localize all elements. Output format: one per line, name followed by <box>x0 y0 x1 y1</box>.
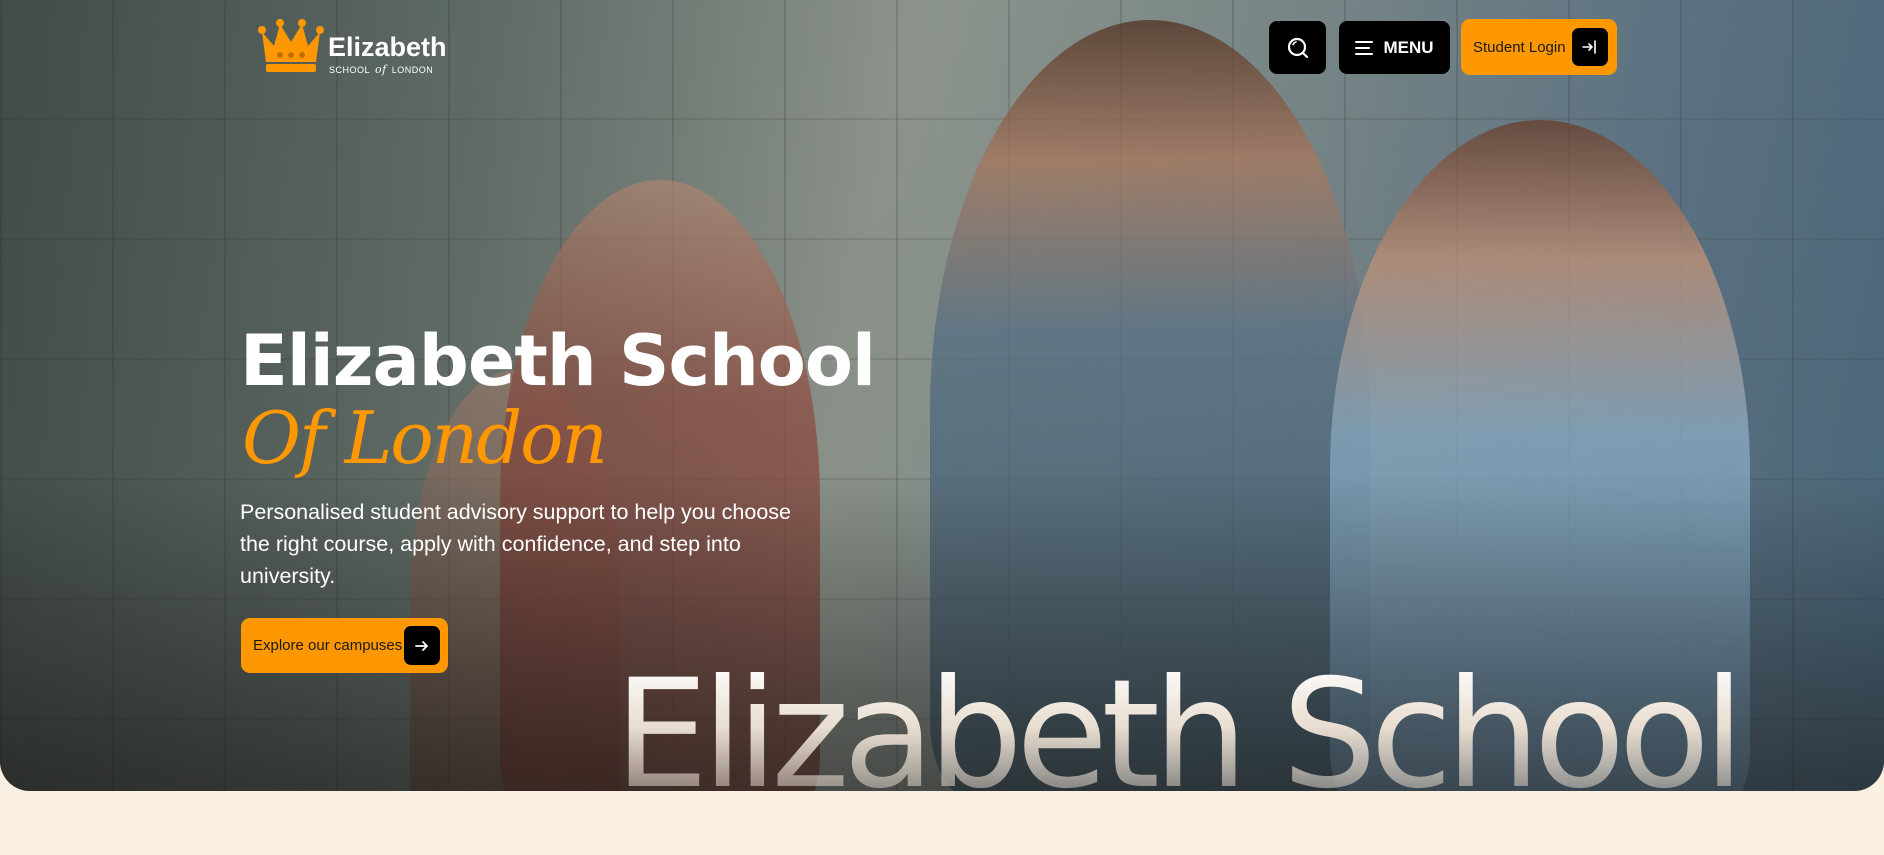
hamburger-icon <box>1355 40 1374 55</box>
search-button[interactable] <box>1269 21 1326 74</box>
hero-title: Elizabeth School <box>240 320 876 402</box>
hero-script-title: Of London <box>242 396 608 480</box>
student-login-label: Student Login <box>1473 38 1566 56</box>
hero-description: Personalised student advisory support to… <box>240 500 791 588</box>
menu-button[interactable]: MENU <box>1339 21 1450 74</box>
explore-campuses-button[interactable]: Explore our campuses <box>241 618 448 673</box>
hero-watermark-text: Elizabeth School <box>614 660 1745 791</box>
site-logo[interactable]: Elizabeth SCHOOL of LONDON <box>258 18 448 76</box>
search-icon <box>1287 37 1308 58</box>
crown-icon <box>258 19 324 72</box>
arrow-right-icon <box>404 626 440 665</box>
student-login-button[interactable]: Student Login <box>1461 19 1617 75</box>
logo-subtitle: SCHOOL of LONDON <box>329 63 434 76</box>
menu-label: MENU <box>1383 37 1434 57</box>
explore-campuses-label: Explore our campuses <box>253 637 403 654</box>
login-arrow-icon <box>1572 28 1608 66</box>
hero-section: Elizabeth SCHOOL of LONDON MENU Student Lo… <box>0 0 1884 791</box>
logo-name: Elizabeth <box>328 32 447 62</box>
